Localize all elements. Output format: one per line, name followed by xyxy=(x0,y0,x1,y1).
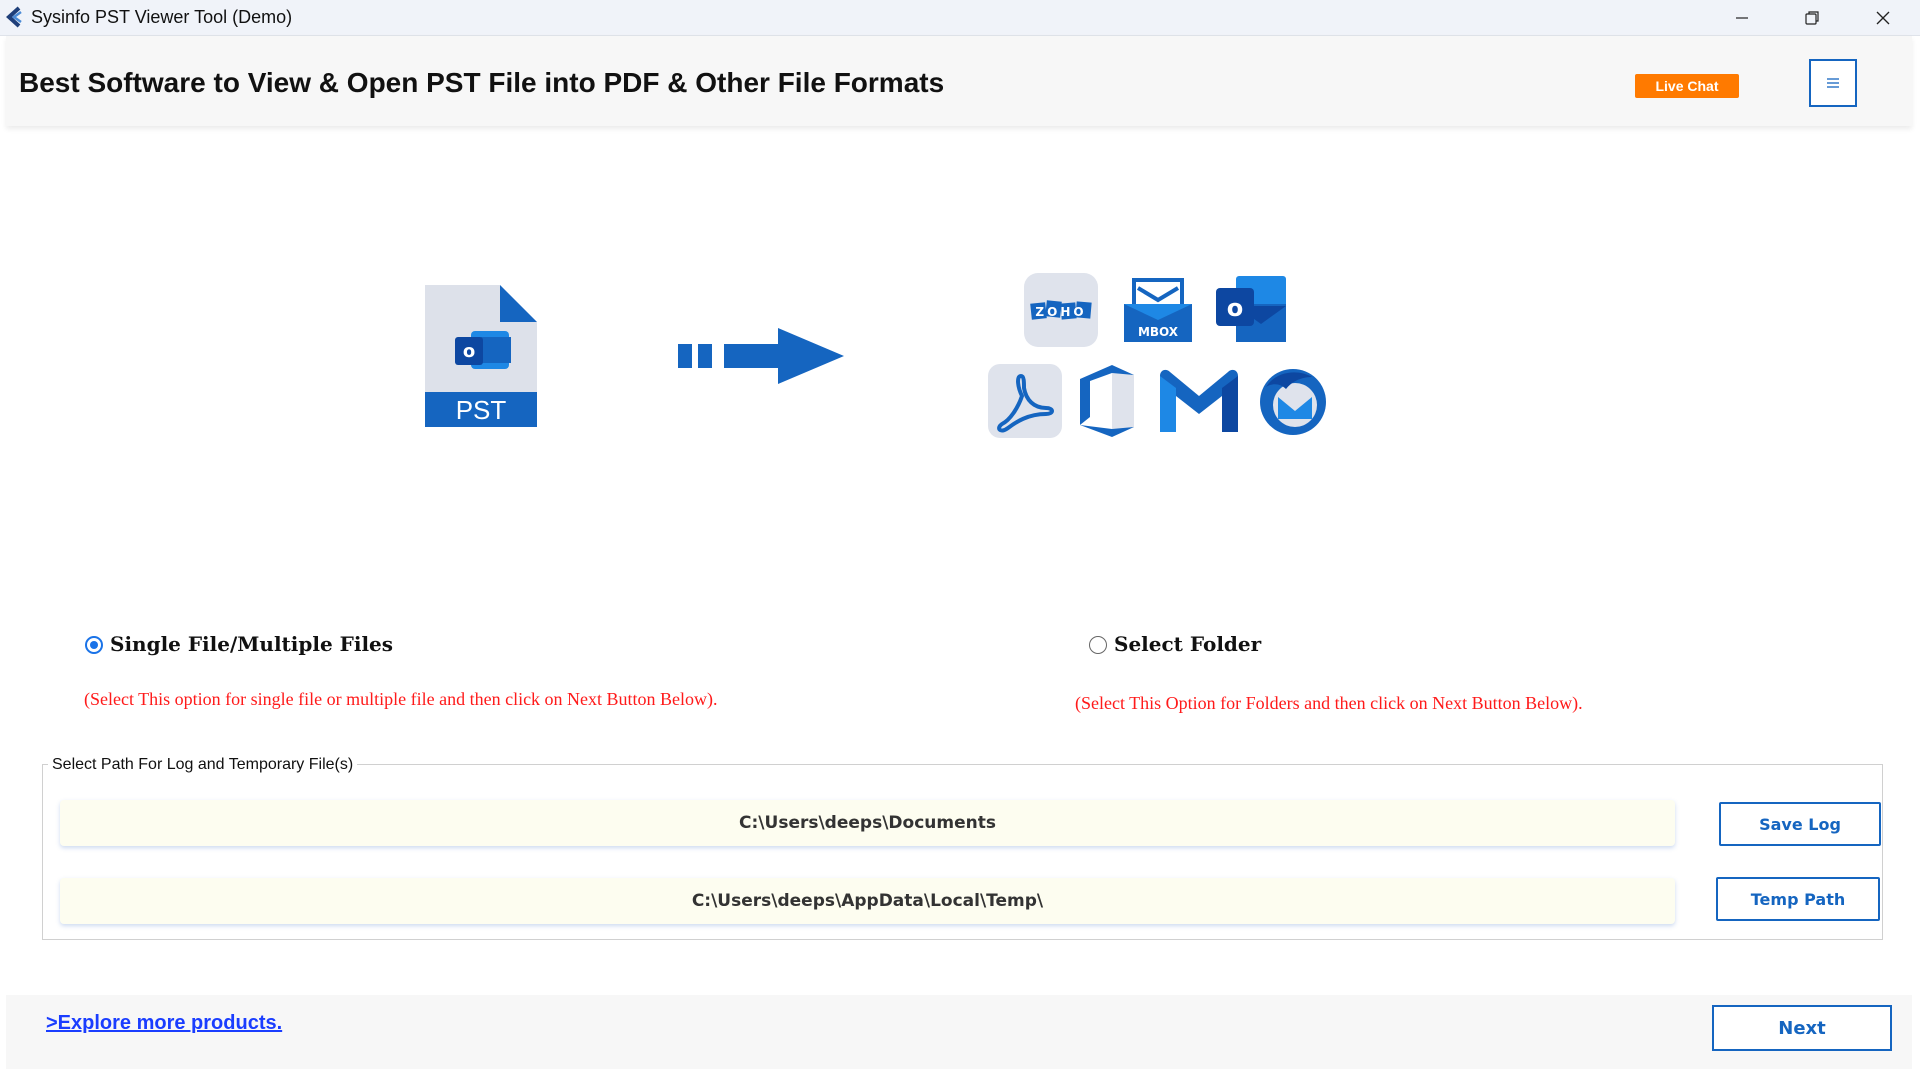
office365-icon xyxy=(1080,365,1134,437)
select-folder-hint: (Select This Option for Folders and then… xyxy=(1075,693,1583,713)
svg-text:o: o xyxy=(1227,294,1244,322)
title-bar: Sysinfo PST Viewer Tool (Demo) xyxy=(0,0,1920,36)
page-headline: Best Software to View & Open PST File in… xyxy=(19,67,945,98)
temp-path-button[interactable]: Temp Path xyxy=(1716,877,1880,921)
conversion-arrow-icon xyxy=(678,328,844,384)
path-group-label: Select Path For Log and Temporary File(s… xyxy=(48,756,358,774)
save-log-button[interactable]: Save Log xyxy=(1719,802,1881,846)
outlook-icon: o xyxy=(1216,276,1286,342)
menu-button[interactable] xyxy=(1809,59,1857,107)
temp-path-field[interactable]: C:\Users\deeps\AppData\Local\Temp\ xyxy=(60,878,1675,924)
window-title: Sysinfo PST Viewer Tool (Demo) xyxy=(31,7,293,27)
header-bar: Best Software to View & Open PST File in… xyxy=(6,36,1912,126)
svg-text:ZOHO: ZOHO xyxy=(1035,305,1086,319)
svg-text:o: o xyxy=(463,341,475,362)
next-button[interactable]: Next xyxy=(1712,1005,1892,1051)
select-folder-label[interactable]: Select Folder xyxy=(1114,632,1261,656)
gmail-icon xyxy=(1160,369,1238,432)
mbox-icon: MBOX xyxy=(1124,278,1192,342)
restore-icon xyxy=(1805,10,1819,25)
live-chat-button[interactable]: Live Chat xyxy=(1635,74,1739,98)
pdf-icon xyxy=(988,364,1062,438)
single-file-hint: (Select This option for single file or m… xyxy=(84,689,718,709)
single-file-radio[interactable] xyxy=(85,636,103,654)
minimize-button[interactable] xyxy=(1707,0,1777,35)
footer-bar: >Explore more products. Next xyxy=(6,995,1912,1069)
thunderbird-icon xyxy=(1260,369,1326,435)
zoho-icon: ZOHO xyxy=(1024,273,1098,347)
close-icon xyxy=(1876,11,1890,24)
svg-text:MBOX: MBOX xyxy=(1138,325,1179,339)
restore-button[interactable] xyxy=(1777,0,1847,35)
hamburger-icon xyxy=(1827,78,1839,88)
single-file-label[interactable]: Single File/Multiple Files xyxy=(110,632,393,656)
explore-products-link[interactable]: >Explore more products. xyxy=(46,1012,282,1035)
log-path-field[interactable]: C:\Users\deeps\Documents xyxy=(60,800,1675,846)
pst-file-icon: o PST xyxy=(425,285,537,427)
select-folder-radio[interactable] xyxy=(1089,636,1107,654)
pst-label: PST xyxy=(456,395,507,425)
minimize-icon xyxy=(1736,16,1748,19)
close-button[interactable] xyxy=(1848,0,1918,35)
app-logo-icon xyxy=(6,6,22,28)
